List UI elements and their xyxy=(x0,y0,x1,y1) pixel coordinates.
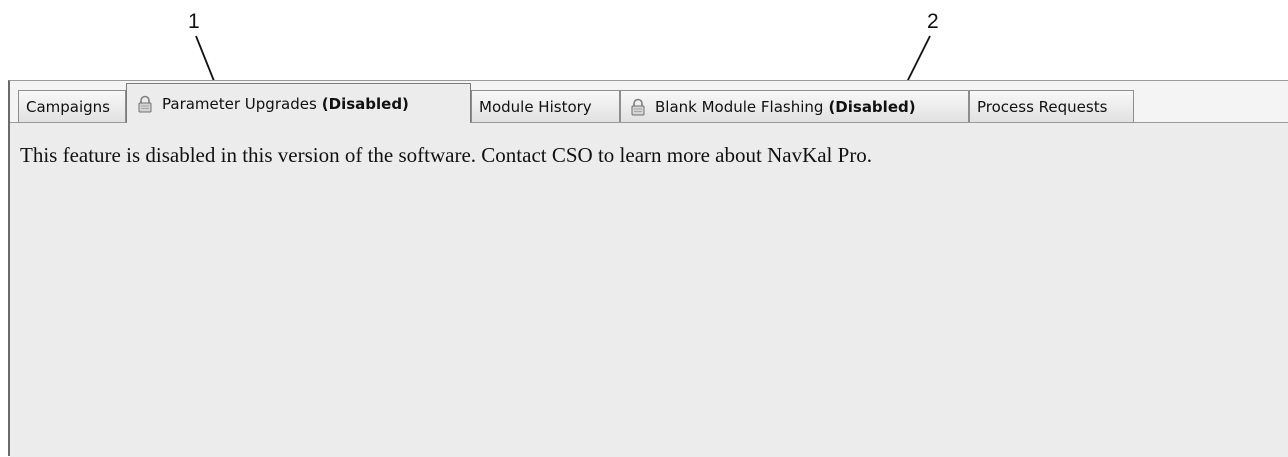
tab-disabled-suffix: (Disabled) xyxy=(828,97,916,116)
tab-process-requests[interactable]: Process Requests xyxy=(969,90,1134,122)
tab-blank-module-flashing[interactable]: Blank Module Flashing (Disabled) xyxy=(620,90,969,122)
lock-icon xyxy=(137,95,153,113)
callout-number-1: 1 xyxy=(188,10,200,33)
tab-disabled-suffix: (Disabled) xyxy=(321,94,409,113)
application-panel: Campaigns Parameter Upgrades (Disabled) … xyxy=(8,80,1288,457)
tab-bar: Campaigns Parameter Upgrades (Disabled) … xyxy=(10,81,1288,123)
tab-label: Process Requests xyxy=(977,97,1108,116)
tab-parameter-upgrades[interactable]: Parameter Upgrades (Disabled) xyxy=(126,83,471,123)
disabled-feature-message: This feature is disabled in this version… xyxy=(20,143,873,167)
callout-line-1 xyxy=(195,35,217,87)
tab-campaigns[interactable]: Campaigns xyxy=(18,90,126,122)
tab-label: Campaigns xyxy=(26,97,111,116)
tab-content-panel: This feature is disabled in this version… xyxy=(10,123,1288,457)
callout-number-2: 2 xyxy=(927,10,939,33)
tab-label: Parameter Upgrades xyxy=(162,94,317,113)
tab-label: Blank Module Flashing xyxy=(655,97,824,116)
tab-module-history[interactable]: Module History xyxy=(471,90,620,122)
tab-label: Module History xyxy=(479,97,592,116)
lock-icon xyxy=(630,98,646,116)
